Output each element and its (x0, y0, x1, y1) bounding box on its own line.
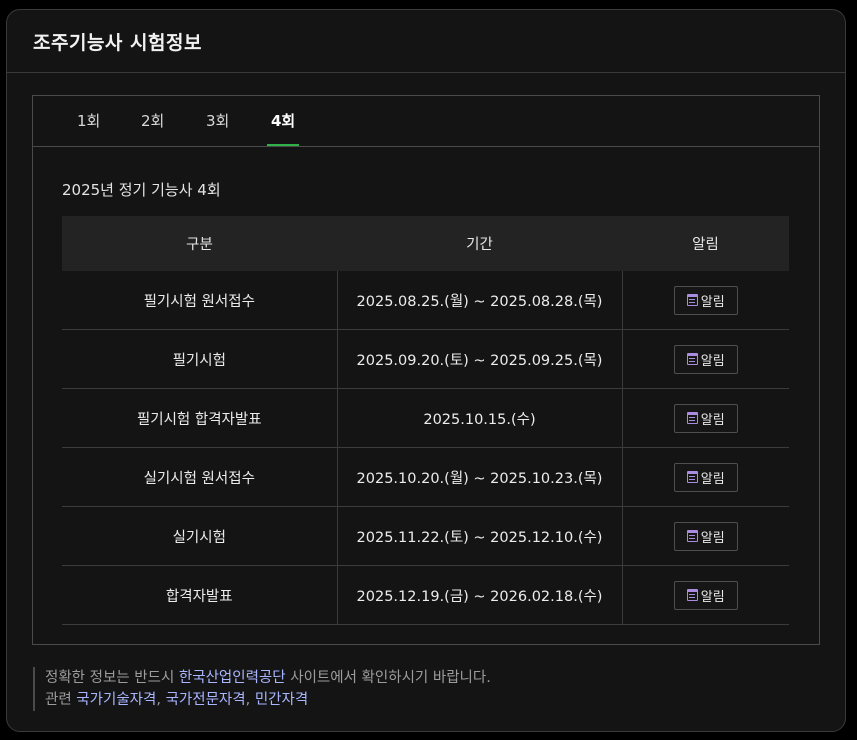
calendar-icon (686, 589, 698, 601)
row-category: 합격자발표 (62, 565, 338, 625)
private-cert-link[interactable]: 민간자격 (255, 692, 308, 708)
notice-prefix: 정확한 정보는 반드시 (45, 670, 175, 686)
alarm-button[interactable]: 알림 (673, 462, 738, 492)
alarm-button[interactable]: 알림 (673, 580, 738, 610)
row-period: 2025.08.25.(월) ~ 2025.08.28.(목) (337, 271, 623, 330)
hrdkorea-link[interactable]: 한국산업인력공단 (179, 670, 286, 686)
alarm-button[interactable]: 알림 (673, 403, 738, 433)
related-label: 관련 (45, 692, 72, 708)
alarm-button[interactable]: 알림 (673, 521, 738, 551)
row-period: 2025.12.19.(금) ~ 2026.02.18.(수) (337, 565, 623, 625)
row-period: 2025.09.20.(토) ~ 2025.09.25.(목) (337, 329, 623, 389)
link-separator: , (156, 692, 166, 708)
national-professional-cert-link[interactable]: 국가전문자격 (166, 692, 246, 708)
alarm-button[interactable]: 알림 (673, 285, 738, 315)
column-header-period: 기간 (337, 216, 622, 271)
alarm-label: 알림 (700, 412, 725, 428)
row-period: 2025.10.15.(수) (337, 388, 623, 448)
table-row: 필기시험 2025.09.20.(토) ~ 2025.09.25.(목) 알림 (62, 329, 789, 389)
table-header-row: 구분 기간 알림 (62, 216, 789, 271)
exam-info-card: 조주기능사 시험정보 1회 2회 3회 4회 2025년 정기 기능사 4회 구… (6, 9, 846, 732)
calendar-icon (686, 471, 698, 483)
table-row: 실기시험 원서접수 2025.10.20.(월) ~ 2025.10.23.(목… (62, 447, 789, 507)
calendar-icon (686, 412, 698, 424)
alarm-label: 알림 (700, 530, 725, 546)
notice-suffix: 사이트에서 확인하시기 바랍니다. (290, 670, 491, 686)
alarm-button[interactable]: 알림 (673, 344, 738, 374)
round-title: 2025년 정기 기능사 4회 (62, 181, 221, 199)
info-notice: 정확한 정보는 반드시 한국산업인력공단 사이트에서 확인하시기 바랍니다. 관… (33, 667, 491, 711)
tab-round-4[interactable]: 4회 (266, 96, 300, 146)
table-row: 합격자발표 2025.12.19.(금) ~ 2026.02.18.(수) 알림 (62, 565, 789, 625)
column-header-alarm: 알림 (622, 216, 789, 271)
notice-line-2: 관련 국가기술자격, 국가전문자격, 민간자격 (45, 689, 491, 711)
row-period: 2025.11.22.(토) ~ 2025.12.10.(수) (337, 506, 623, 566)
alarm-label: 알림 (700, 353, 725, 369)
link-separator: , (245, 692, 255, 708)
exam-panel: 1회 2회 3회 4회 2025년 정기 기능사 4회 구분 기간 알림 필기시… (32, 95, 820, 645)
row-category: 필기시험 원서접수 (62, 271, 338, 330)
row-category: 실기시험 (62, 506, 338, 566)
national-technical-cert-link[interactable]: 국가기술자격 (76, 692, 156, 708)
table-row: 필기시험 합격자발표 2025.10.15.(수) 알림 (62, 388, 789, 448)
card-header: 조주기능사 시험정보 (7, 10, 845, 73)
row-category: 필기시험 (62, 329, 338, 389)
schedule-table: 구분 기간 알림 필기시험 원서접수 2025.08.25.(월) ~ 2025… (62, 216, 789, 625)
row-category: 필기시험 합격자발표 (62, 388, 338, 448)
column-header-category: 구분 (62, 216, 337, 271)
alarm-label: 알림 (700, 471, 725, 487)
row-period: 2025.10.20.(월) ~ 2025.10.23.(목) (337, 447, 623, 507)
tab-round-1[interactable]: 1회 (77, 96, 100, 146)
tab-round-3[interactable]: 3회 (206, 96, 229, 146)
alarm-label: 알림 (700, 294, 725, 310)
table-row: 필기시험 원서접수 2025.08.25.(월) ~ 2025.08.28.(목… (62, 271, 789, 330)
calendar-icon (686, 530, 698, 542)
round-tabs: 1회 2회 3회 4회 (33, 96, 819, 147)
tab-round-2[interactable]: 2회 (141, 96, 164, 146)
calendar-icon (686, 294, 698, 306)
notice-line-1: 정확한 정보는 반드시 한국산업인력공단 사이트에서 확인하시기 바랍니다. (45, 667, 491, 689)
calendar-icon (686, 353, 698, 365)
row-category: 실기시험 원서접수 (62, 447, 338, 507)
table-row: 실기시험 2025.11.22.(토) ~ 2025.12.10.(수) 알림 (62, 506, 789, 566)
page-title: 조주기능사 시험정보 (33, 31, 202, 54)
alarm-label: 알림 (700, 589, 725, 605)
